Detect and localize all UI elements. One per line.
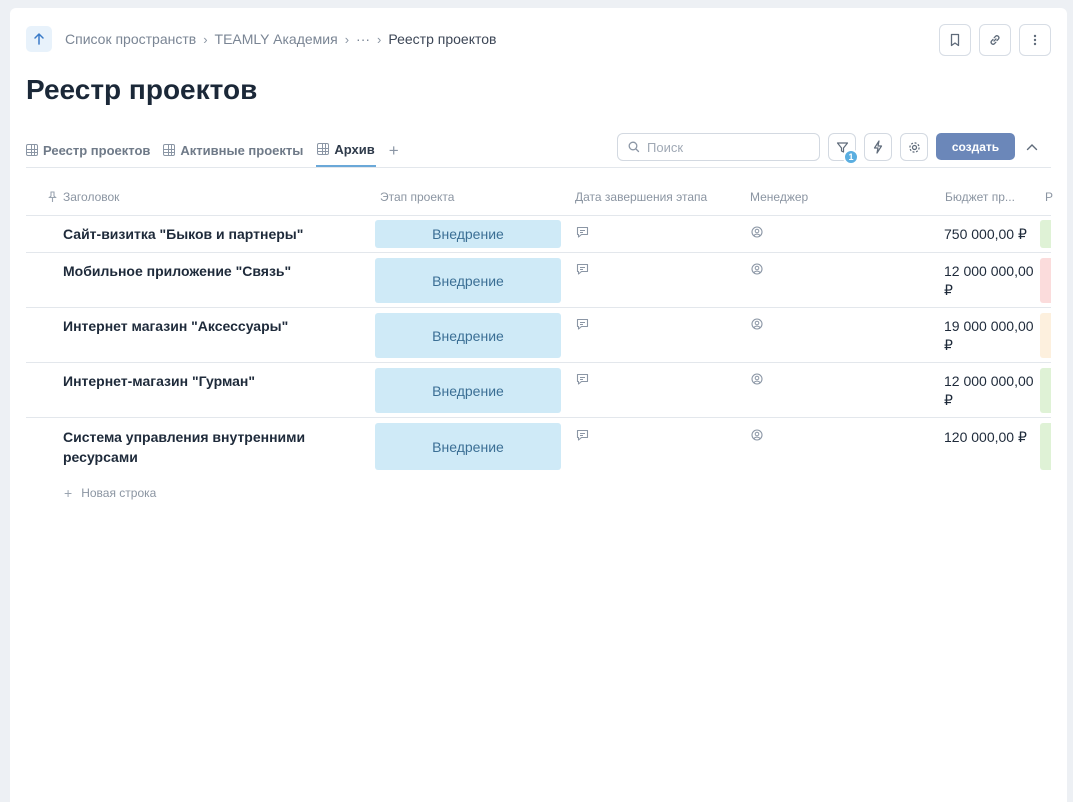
table-row[interactable]: Интернет-магазин "Гурман" Внедрение 12 0… [26, 363, 1051, 418]
comment-icon[interactable] [576, 263, 589, 275]
filter-count-badge: 1 [843, 149, 859, 165]
user-icon[interactable] [751, 226, 763, 238]
plus-icon: + [64, 485, 73, 501]
budget-value[interactable]: 12 000 000,00 ₽ [944, 262, 1036, 300]
filter-button[interactable]: 1 [828, 133, 859, 165]
user-icon[interactable] [751, 429, 763, 441]
status-indicator[interactable] [1040, 220, 1051, 248]
pin-icon[interactable] [48, 191, 57, 203]
grid-icon [163, 144, 176, 156]
tab-label: Реестр проектов [43, 142, 151, 158]
view-tabs: Реестр проектов Активные проекты Архив + [26, 132, 399, 168]
arrow-up-icon[interactable] [26, 26, 52, 52]
grid-icon [26, 144, 38, 156]
row-title[interactable]: Сайт-визитка "Быков и партнеры" [63, 224, 343, 244]
status-indicator[interactable] [1040, 368, 1051, 413]
bookmark-button[interactable] [939, 24, 971, 56]
table-row[interactable]: Мобильное приложение "Связь" Внедрение 1… [26, 253, 1051, 308]
user-icon[interactable] [751, 263, 763, 275]
comment-icon[interactable] [576, 318, 589, 330]
status-indicator[interactable] [1040, 313, 1051, 358]
tab-archive[interactable]: Архив [316, 133, 376, 167]
breadcrumb-item-more[interactable]: ··· [356, 31, 370, 47]
stage-badge[interactable]: Внедрение [375, 368, 561, 413]
chevron-right-icon: › [344, 31, 350, 47]
breadcrumb: Список пространств › TEAMLY Академия › ·… [65, 31, 496, 47]
create-button[interactable]: создать [936, 133, 1015, 160]
table-row[interactable]: Сайт-визитка "Быков и партнеры" Внедрени… [26, 216, 1051, 253]
bookmark-icon [950, 33, 960, 47]
column-header-stage[interactable]: Этап проекта [380, 190, 454, 204]
column-header-budget[interactable]: Бюджет пр... [945, 190, 1015, 204]
stage-badge[interactable]: Внедрение [375, 423, 561, 470]
comment-icon[interactable] [576, 226, 589, 238]
comment-icon[interactable] [576, 429, 589, 441]
tab-active-projects[interactable]: Активные проекты [163, 133, 303, 167]
status-indicator[interactable] [1040, 258, 1051, 303]
budget-value[interactable]: 19 000 000,00 ₽ [944, 317, 1036, 355]
search-input[interactable] [647, 139, 807, 155]
tab-label: Активные проекты [180, 142, 304, 158]
tab-label: Архив [334, 141, 375, 157]
automation-button[interactable] [864, 133, 892, 161]
more-vertical-icon [1033, 34, 1037, 46]
breadcrumb-item-current: Реестр проектов [388, 31, 497, 47]
breadcrumb-item-academy[interactable]: TEAMLY Академия [215, 31, 338, 47]
row-title[interactable]: Интернет-магазин "Гурман" [63, 371, 343, 391]
row-title[interactable]: Мобильное приложение "Связь" [63, 261, 343, 281]
comment-icon[interactable] [576, 373, 589, 385]
stage-badge[interactable]: Внедрение [375, 313, 561, 358]
chevron-up-icon [1026, 144, 1038, 151]
lightning-icon [873, 140, 883, 154]
user-icon[interactable] [751, 373, 763, 385]
user-icon[interactable] [751, 318, 763, 330]
tabs-divider [26, 167, 1051, 168]
column-header-stage-end-date[interactable]: Дата завершения этапа [575, 190, 707, 204]
page-title: Реестр проектов [26, 74, 258, 105]
more-options-button[interactable] [1019, 24, 1051, 56]
column-header-status[interactable]: Р [1045, 190, 1053, 204]
settings-button[interactable] [900, 133, 928, 161]
collapse-button[interactable] [1024, 139, 1040, 155]
chevron-right-icon: › [203, 31, 208, 47]
column-header-manager[interactable]: Менеджер [750, 190, 808, 204]
row-title[interactable]: Система управления внутренними ресурсами [63, 427, 343, 467]
table-row[interactable]: Интернет магазин "Аксессуары" Внедрение … [26, 308, 1051, 363]
gear-icon [908, 141, 920, 153]
add-row-label: Новая строка [81, 486, 157, 500]
breadcrumb-item-spaces[interactable]: Список пространств [65, 31, 196, 47]
grid-icon [317, 143, 330, 155]
row-title[interactable]: Интернет магазин "Аксессуары" [63, 316, 343, 336]
stage-badge[interactable]: Внедрение [375, 258, 561, 303]
status-indicator[interactable] [1040, 423, 1051, 470]
search-icon [628, 141, 640, 153]
add-row-button[interactable]: + Новая строка [64, 485, 156, 501]
copy-link-button[interactable] [979, 24, 1011, 56]
add-tab-plus-icon[interactable]: + [389, 142, 399, 159]
chevron-right-icon: › [377, 31, 382, 47]
budget-value[interactable]: 12 000 000,00 ₽ [944, 372, 1036, 410]
column-header-title[interactable]: Заголовок [63, 190, 119, 204]
budget-value[interactable]: 750 000,00 ₽ [944, 225, 1036, 244]
budget-value[interactable]: 120 000,00 ₽ [944, 428, 1036, 447]
search-box[interactable] [617, 133, 820, 161]
main-panel: Список пространств › TEAMLY Академия › ·… [10, 8, 1067, 802]
table-header: Заголовок Этап проекта Дата завершения э… [26, 178, 1053, 216]
link-icon [990, 35, 1000, 45]
tab-registry[interactable]: Реестр проектов [26, 133, 150, 167]
stage-badge[interactable]: Внедрение [375, 220, 561, 248]
table-row[interactable]: Система управления внутренними ресурсами… [26, 418, 1051, 476]
